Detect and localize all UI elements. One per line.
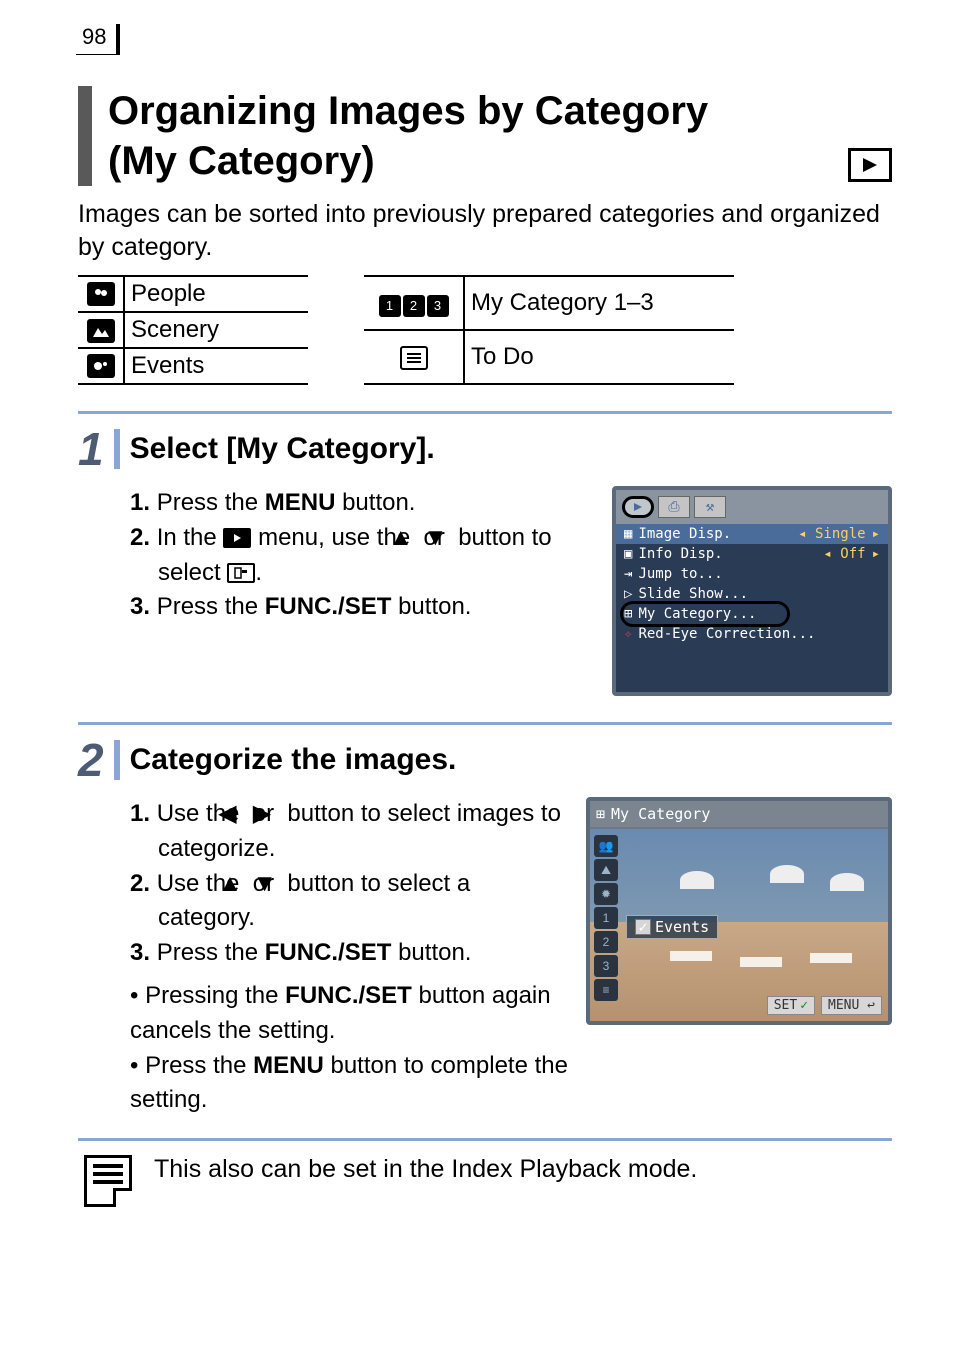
my-category-123-icon: 123 — [379, 295, 449, 317]
page-number: 98 — [82, 24, 106, 49]
step-number: 1 — [78, 422, 104, 476]
camera-screen-menu: ⎙ ⚒ ▦Image Disp.◂ Single▸ ▣Info Disp.◂ O… — [612, 486, 892, 696]
people-icon: 👥 — [594, 835, 618, 857]
step-title: Categorize the images. — [130, 743, 457, 777]
title-block: Organizing Images by Category (My Catego… — [78, 86, 892, 186]
checkmark-icon: ✓ — [635, 919, 651, 935]
table-row: Scenery — [78, 312, 308, 348]
scenery-icon: ⛰ — [594, 859, 618, 881]
step-title: Select [My Category]. — [130, 432, 435, 466]
table-row: People — [78, 276, 308, 312]
table-row: 123 My Category 1–3 — [364, 276, 734, 330]
todo-icon — [400, 346, 428, 370]
my-category-menu-icon — [227, 563, 255, 583]
table-row: Events — [78, 348, 308, 384]
step-2: 2 Categorize the images. 1. Use the ◀ or… — [78, 722, 892, 1118]
category-label: Events — [124, 348, 308, 384]
playback-tab-icon — [622, 496, 654, 518]
category-label: To Do — [464, 330, 734, 384]
step-divider — [114, 429, 120, 469]
note-icon — [84, 1155, 132, 1207]
step-1-text: 1. Press the MENU button. 2. In the menu… — [130, 486, 594, 696]
events-selected-tag: ✓ Events — [626, 915, 718, 939]
category-table-right: 123 My Category 1–3 To Do — [364, 275, 734, 385]
scenery-icon — [87, 319, 115, 343]
background-umbrella — [680, 871, 714, 889]
print-tab-icon: ⎙ — [658, 496, 690, 518]
background-lounger — [810, 953, 852, 963]
mycat-2-icon: 2 — [594, 931, 618, 953]
step-divider — [114, 740, 120, 780]
menu-button-indicator: MENU ↩ — [821, 996, 882, 1015]
background-lounger — [740, 957, 782, 967]
my-category-highlight-oval — [620, 601, 790, 627]
people-icon — [87, 282, 115, 306]
background-umbrella — [770, 865, 804, 883]
note-text: This also can be set in the Index Playba… — [154, 1155, 697, 1184]
intro-text: Images can be sorted into previously pre… — [78, 198, 892, 263]
tools-tab-icon: ⚒ — [694, 496, 726, 518]
category-table-left: People Scenery Events — [78, 275, 308, 385]
table-row: To Do — [364, 330, 734, 384]
category-side-icons: 👥 ⛰ ✹ 1 2 3 ≡ — [594, 835, 618, 1001]
page-number-box: 98 — [76, 24, 120, 55]
page-title-line2: (My Category) — [108, 136, 708, 186]
set-button-indicator: SET ✓ — [767, 996, 815, 1015]
step-2-text: 1. Use the ◀ or ▶ button to select image… — [130, 797, 568, 1118]
step-1: 1 Select [My Category]. 1. Press the MEN… — [78, 411, 892, 696]
mycat-1-icon: 1 — [594, 907, 618, 929]
screen-title: My Category — [611, 805, 710, 823]
background-umbrella — [830, 873, 864, 891]
category-label: People — [124, 276, 308, 312]
background-lounger — [670, 951, 712, 961]
playback-mode-icon — [848, 148, 892, 182]
events-icon — [87, 354, 115, 378]
todo-icon: ≡ — [594, 979, 618, 1001]
step-number: 2 — [78, 733, 104, 787]
category-tables: People Scenery Events 123 My Category 1–… — [78, 275, 892, 385]
category-label: My Category 1–3 — [464, 276, 734, 330]
events-icon: ✹ — [594, 883, 618, 905]
page-title-line1: Organizing Images by Category — [108, 86, 708, 136]
category-label: Scenery — [124, 312, 308, 348]
note-block: This also can be set in the Index Playba… — [78, 1138, 892, 1207]
playback-menu-icon — [223, 528, 251, 548]
mycat-3-icon: 3 — [594, 955, 618, 977]
camera-screen-categorize: ⊞ My Category 👥 ⛰ ✹ 1 2 3 ≡ ✓ — [586, 797, 892, 1025]
category-screen-icon: ⊞ — [596, 805, 605, 823]
